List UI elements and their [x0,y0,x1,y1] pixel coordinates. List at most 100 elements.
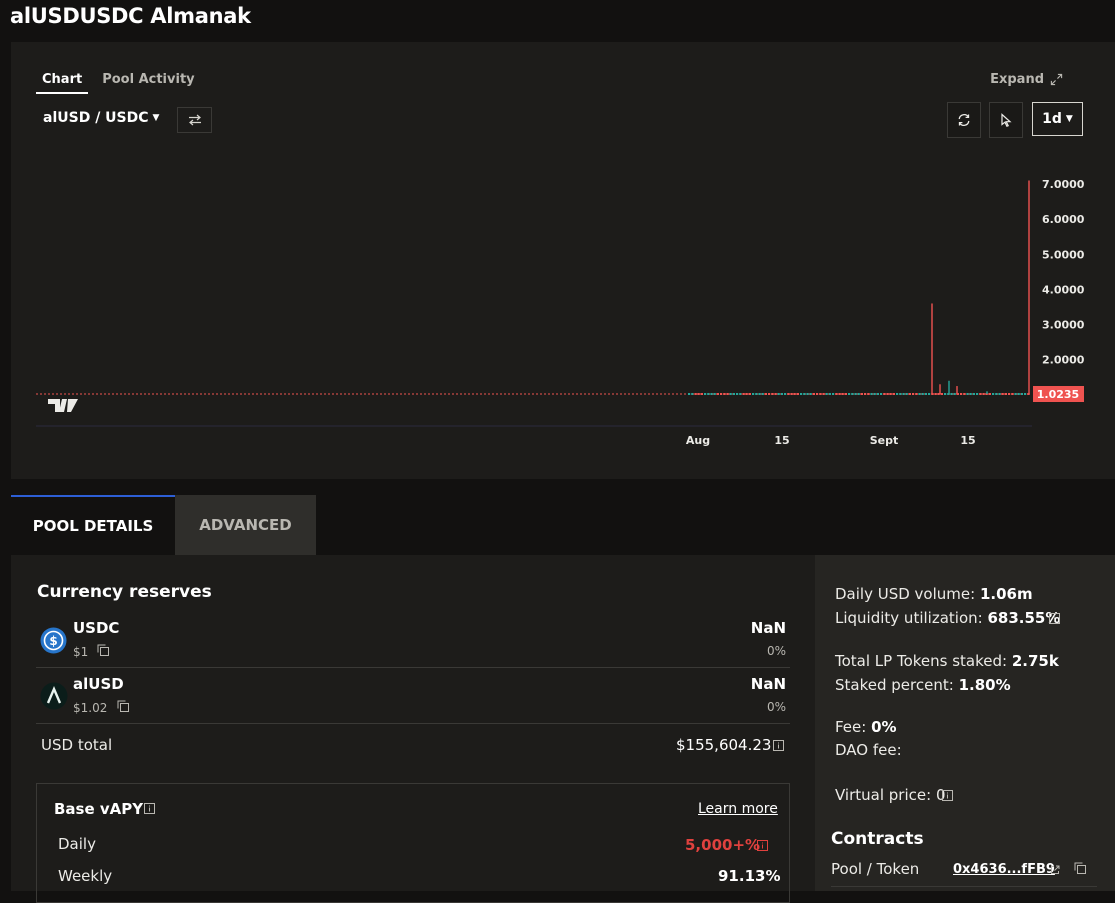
candle [902,393,905,395]
candle [976,393,979,395]
candle [857,393,860,395]
candle [889,393,892,395]
candle [803,393,806,395]
time-tick-label: Aug [686,434,710,447]
candle [979,393,982,395]
candle [892,393,895,395]
pool-token-address-link[interactable]: 0x4636...fFB9 [953,862,1055,877]
candle [848,393,851,395]
candle [720,393,723,395]
vapy-daily-label: Daily [58,835,96,853]
copy-icon[interactable] [117,700,129,712]
staked-percent-value: 1.80% [958,676,1011,694]
candle [835,393,838,395]
candle [969,393,972,395]
fee-value: 0% [871,718,897,736]
coin-price: $1 [73,645,89,659]
copy-icon[interactable] [97,644,109,656]
price-tick-label: 2.0000 [1042,354,1085,367]
candle [704,393,707,395]
daily-volume-stat: Daily USD volume: 1.06m [835,585,1033,603]
current-price-label: 1.0235 [1037,388,1079,401]
info-icon[interactable] [144,803,155,814]
price-tick-label: 7.0000 [1042,178,1085,191]
time-tick-label: 15 [774,434,789,447]
liquidity-label: Liquidity utilization: [835,609,983,627]
candle [854,393,857,395]
learn-more-link[interactable]: Learn more [698,801,778,817]
info-icon[interactable] [757,840,768,851]
candle [822,393,825,395]
alusd-icon [40,682,68,710]
candle [729,393,732,395]
candle [825,393,828,395]
candle [864,393,867,395]
candle [860,393,863,395]
vapy-title: Base vAPY [54,800,144,818]
vapy-weekly-value: 91.13% [718,867,781,885]
time-tick-label: 15 [960,434,975,447]
candle [688,393,691,395]
copy-icon[interactable] [1074,862,1086,874]
candle [867,393,870,395]
candle [748,393,751,395]
tab-advanced[interactable]: ADVANCED [175,495,316,555]
candle [710,393,713,395]
usd-total-value: $155,604.23 [676,736,772,754]
candle [800,393,803,395]
candle [896,393,899,395]
candle [886,393,889,395]
info-icon[interactable] [942,790,953,801]
info-icon[interactable] [773,740,784,751]
lp-staked-stat: Total LP Tokens staked: 2.75k [835,652,1059,670]
lp-staked-label: Total LP Tokens staked: [835,652,1008,670]
candle [774,393,777,395]
virtual-price-stat: Virtual price: 0 [835,786,946,804]
candle [742,393,745,395]
candle [796,393,799,395]
candle [761,393,764,395]
daily-volume-value: 1.06m [979,585,1033,603]
dao-fee-label: DAO fee: [835,741,902,759]
contracts-divider [831,886,1097,887]
candle [940,393,943,395]
virtual-price-label: Virtual price: [835,786,932,804]
candle [1024,393,1027,395]
external-link-icon[interactable] [1050,865,1060,875]
fee-label: Fee: [835,718,867,736]
candle [691,393,694,395]
coin-name: USDC [73,619,120,637]
svg-text:$: $ [49,634,57,648]
candle [819,393,822,395]
candle [736,393,739,395]
currency-reserves-title: Currency reserves [37,582,212,602]
candle [1017,393,1020,395]
candle [982,393,985,395]
candle [992,393,995,395]
candle [921,393,924,395]
usd-total-label: USD total [41,736,113,754]
candle [780,393,783,395]
candle [832,393,835,395]
candle [928,393,931,395]
candle [793,393,796,395]
candle [726,393,729,395]
candle [764,393,767,395]
daily-volume-label: Daily USD volume: [835,585,976,603]
info-icon[interactable] [1049,613,1060,624]
price-chart[interactable]: 7.0000 6.0000 5.0000 4.0000 3.0000 2.0000 1.02… [0,0,1115,480]
candle [915,393,918,395]
candle [924,393,927,395]
tab-pool-details[interactable]: POOL DETAILS [11,495,175,555]
candle [851,393,854,395]
candle [841,393,844,395]
staked-percent-label: Staked percent: [835,676,954,694]
candle [768,393,771,395]
candle [876,393,879,395]
candle [963,393,966,395]
candle [838,393,841,395]
candle [934,393,937,395]
price-tick-label: 4.0000 [1042,283,1085,296]
candle [972,393,975,395]
candle [713,393,716,395]
